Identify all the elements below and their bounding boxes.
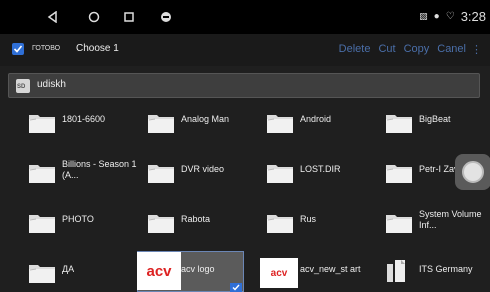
item-label: 1801-6600 (62, 114, 106, 124)
document-icon (385, 258, 413, 282)
folder-item[interactable]: Billions - Season 1 (A... (28, 150, 143, 194)
folder-item[interactable]: Rus (266, 200, 381, 244)
home-icon[interactable] (85, 8, 103, 26)
recents-icon[interactable] (120, 8, 138, 26)
path-bar[interactable]: SD udiskh (8, 73, 480, 98)
folder-item[interactable]: Rabota (147, 200, 262, 244)
cancel-button[interactable]: Canel (437, 43, 466, 55)
cut-button[interactable]: Cut (378, 43, 395, 55)
selection-toolbar: ГОТОВО Choose 1 Delete Cut Copy Canel ⋮ (0, 34, 490, 66)
folder-icon (385, 162, 413, 184)
item-label: PHOTO (62, 214, 94, 224)
folder-icon (266, 212, 294, 234)
wifi-icon: ♡ (445, 11, 455, 22)
folder-item[interactable]: LOST.DIR (266, 150, 381, 194)
selection-count: Choose 1 (76, 43, 119, 54)
file-item[interactable]: acv acv logo (137, 250, 262, 292)
item-label: Billions - Season 1 (A... (62, 159, 137, 180)
folder-icon (28, 212, 56, 234)
item-label: Rus (300, 214, 317, 224)
folder-icon (28, 162, 56, 184)
image-thumbnail-icon: acv (260, 258, 298, 288)
copy-button[interactable]: Copy (404, 43, 430, 55)
item-label: ITS Germany (419, 264, 473, 274)
more-options-icon[interactable]: ⋮ (471, 43, 482, 56)
folder-icon (147, 112, 175, 134)
item-label: LOST.DIR (300, 164, 341, 174)
folder-item[interactable]: Analog Man (147, 100, 262, 144)
item-label: System Volume Inf... (419, 209, 482, 230)
folder-icon (385, 212, 413, 234)
item-label: acv logo (181, 264, 215, 274)
selected-check-icon[interactable] (230, 283, 242, 292)
current-path: udiskh (37, 79, 66, 90)
folder-item[interactable]: PHOTO (28, 200, 143, 244)
folder-item[interactable]: ДА (28, 250, 143, 292)
folder-icon (147, 212, 175, 234)
app-notification-icon (157, 8, 175, 26)
select-tag-label: ГОТОВО (32, 45, 61, 52)
folder-icon (147, 162, 175, 184)
file-item[interactable]: acv acv_new_st art (260, 250, 381, 292)
sim-icon: ▧ (419, 11, 428, 21)
item-label: ДА (62, 264, 75, 274)
folder-icon (28, 112, 56, 134)
item-label: acv_new_st art (300, 264, 361, 274)
item-label: Rabota (181, 214, 211, 224)
thumbnail-text: acv (146, 262, 172, 280)
item-label: Android (300, 114, 332, 124)
file-item[interactable]: ITS Germany (385, 250, 490, 292)
folder-item[interactable]: Android (266, 100, 381, 144)
image-thumbnail-icon: acv (137, 252, 181, 290)
back-icon[interactable] (44, 8, 62, 26)
folder-item[interactable]: DVR video (147, 150, 262, 194)
folder-icon (385, 112, 413, 134)
sd-card-icon: SD (16, 79, 30, 93)
item-label: DVR video (181, 164, 225, 174)
floating-assistive-button[interactable] (455, 154, 490, 190)
folder-icon (28, 262, 56, 284)
clock-time: 3:28 (460, 9, 486, 24)
folder-item[interactable]: System Volume Inf... (385, 200, 490, 244)
item-label: Analog Man (181, 114, 230, 124)
status-bar: ▧ ● ♡ 3:28 (0, 0, 490, 34)
item-label: BigBeat (419, 114, 451, 124)
delete-button[interactable]: Delete (339, 43, 371, 55)
thumbnail-text: acv (270, 267, 288, 279)
folder-item[interactable]: BigBeat (385, 100, 490, 144)
folder-item[interactable]: 1801-6600 (28, 100, 143, 144)
location-icon: ● (433, 11, 440, 22)
folder-icon (266, 112, 294, 134)
folder-icon (266, 162, 294, 184)
toolbar-actions: Delete Cut Copy Canel (339, 43, 466, 55)
select-all-checkbox[interactable] (12, 43, 24, 55)
status-icons: ▧ ● ♡ 3:28 (419, 9, 486, 24)
